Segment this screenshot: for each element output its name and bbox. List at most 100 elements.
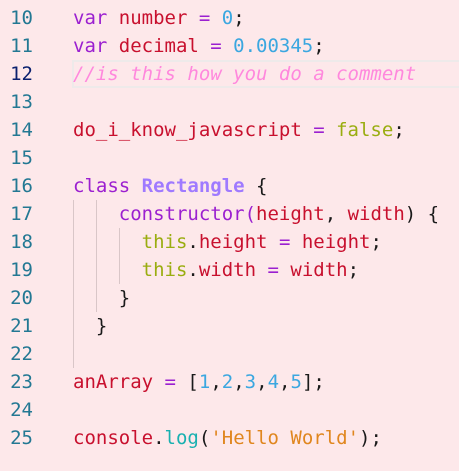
- indent-guide: [95, 200, 97, 312]
- code-line[interactable]: 12 //is this how you do a comment: [0, 60, 459, 88]
- code-line[interactable]: 23 anArray = [1,2,3,4,5];: [0, 368, 459, 396]
- token-punctuation: );: [359, 427, 382, 449]
- token-keyword: var: [73, 35, 119, 57]
- token-identifier: decimal: [118, 35, 211, 57]
- token-keyword: class: [73, 175, 142, 197]
- code-line[interactable]: 15: [0, 144, 459, 172]
- token-function: log: [164, 427, 199, 449]
- token-identifier: anArray: [73, 371, 165, 393]
- token-punctuation: .: [153, 427, 165, 449]
- token-identifier: width: [290, 259, 348, 281]
- code-line[interactable]: 19 this.width = width;: [0, 256, 459, 284]
- line-code: do_i_know_javascript = false;: [73, 116, 405, 144]
- token-keyword: =: [164, 371, 188, 393]
- token-identifier: number: [118, 7, 199, 29]
- token-number: 0.00345: [233, 35, 314, 57]
- token-literal: false: [336, 119, 394, 141]
- token-punctuation: .: [187, 231, 199, 253]
- code-line[interactable]: 14 do_i_know_javascript = false;: [0, 116, 459, 144]
- token-punctuation: ,: [324, 203, 348, 225]
- line-code: this.width = width;: [73, 256, 359, 284]
- line-code: }: [73, 284, 130, 312]
- token-punctuation: }: [73, 315, 108, 337]
- token-identifier: height: [301, 231, 371, 253]
- token-punctuation: ) {: [404, 203, 440, 225]
- token-identifier: do_i_know_javascript: [73, 119, 314, 141]
- token-number: 5: [290, 371, 302, 393]
- token-identifier: height: [256, 203, 325, 225]
- line-code: //is this how you do a comment: [73, 60, 416, 88]
- token-keyword: =: [198, 7, 222, 29]
- line-number: 19: [10, 259, 33, 281]
- code-line[interactable]: 24: [0, 396, 459, 424]
- token-punctuation: [73, 231, 142, 253]
- token-identifier: width: [347, 203, 405, 225]
- line-number: 23: [10, 371, 33, 393]
- code-line[interactable]: 13: [0, 88, 459, 116]
- line-number: 22: [10, 343, 33, 365]
- token-comment: //is this how you do a comment: [73, 63, 417, 85]
- line-number: 18: [10, 231, 33, 253]
- line-number: 24: [10, 399, 33, 421]
- token-punctuation: ,: [233, 371, 245, 393]
- token-punctuation: .: [187, 259, 199, 281]
- line-code: console.log('Hello World');: [73, 424, 382, 452]
- line-number: 15: [10, 147, 33, 169]
- token-keyword: =: [278, 231, 302, 253]
- token-punctuation: ,: [210, 371, 222, 393]
- token-number: 4: [267, 371, 280, 393]
- line-number: 13: [10, 91, 33, 113]
- line-number: 16: [10, 175, 33, 197]
- token-punctuation: ;: [233, 7, 245, 29]
- code-line[interactable]: 21 }: [0, 312, 459, 340]
- code-line[interactable]: 20 }: [0, 284, 459, 312]
- code-editor[interactable]: 10 var number = 0; 11 var decimal = 0.00345…: [0, 4, 459, 452]
- token-string: 'Hello World': [210, 427, 360, 449]
- code-line[interactable]: 18 this.height = height;: [0, 228, 459, 256]
- code-line[interactable]: 25 console.log('Hello World');: [0, 424, 459, 452]
- token-punctuation: ,: [279, 371, 291, 393]
- token-punctuation: ;: [347, 259, 360, 281]
- line-code: anArray = [1,2,3,4,5];: [73, 368, 325, 396]
- token-number: 1: [198, 371, 211, 393]
- token-number: 2: [221, 371, 234, 393]
- line-code: var decimal = 0.00345;: [73, 32, 325, 60]
- code-line[interactable]: 16 class Rectangle {: [0, 172, 459, 200]
- token-punctuation: {: [256, 175, 268, 197]
- token-identifier: console: [73, 427, 154, 449]
- token-punctuation: }: [73, 287, 131, 309]
- code-line[interactable]: 22: [0, 340, 459, 368]
- token-identifier: width: [198, 259, 268, 281]
- token-keyword: var: [73, 7, 119, 29]
- token-identifier: height: [198, 231, 279, 253]
- line-code: class Rectangle {: [73, 172, 267, 200]
- indent-guide: [118, 228, 120, 284]
- token-number: 3: [244, 371, 257, 393]
- line-number: 14: [10, 119, 33, 141]
- token-punctuation: [: [187, 371, 199, 393]
- code-line[interactable]: 10 var number = 0;: [0, 4, 459, 32]
- token-class-name: Rectangle: [141, 175, 257, 197]
- line-number: 10: [10, 7, 33, 29]
- token-keyword: =: [210, 35, 234, 57]
- token-number: 0: [221, 7, 234, 29]
- line-number: 25: [10, 427, 33, 449]
- code-line[interactable]: 17 constructor(height, width) {: [0, 200, 459, 228]
- line-number: 11: [10, 35, 33, 57]
- line-number: 17: [10, 203, 33, 225]
- line-code: var number = 0;: [73, 4, 245, 32]
- line-number: 21: [10, 315, 33, 337]
- token-punctuation: ];: [301, 371, 325, 393]
- token-punctuation: (: [198, 427, 211, 449]
- token-punctuation: ;: [370, 231, 382, 253]
- token-keyword: =: [267, 259, 291, 281]
- token-punctuation: ;: [313, 35, 325, 57]
- token-literal: this: [141, 231, 188, 253]
- code-line[interactable]: 11 var decimal = 0.00345;: [0, 32, 459, 60]
- token-punctuation: ,: [256, 371, 268, 393]
- indent-guide: [73, 200, 74, 368]
- token-punctuation: [73, 259, 142, 281]
- token-punctuation: ;: [393, 119, 405, 141]
- token-keyword: constructor(: [118, 203, 257, 225]
- line-number: 20: [10, 287, 33, 309]
